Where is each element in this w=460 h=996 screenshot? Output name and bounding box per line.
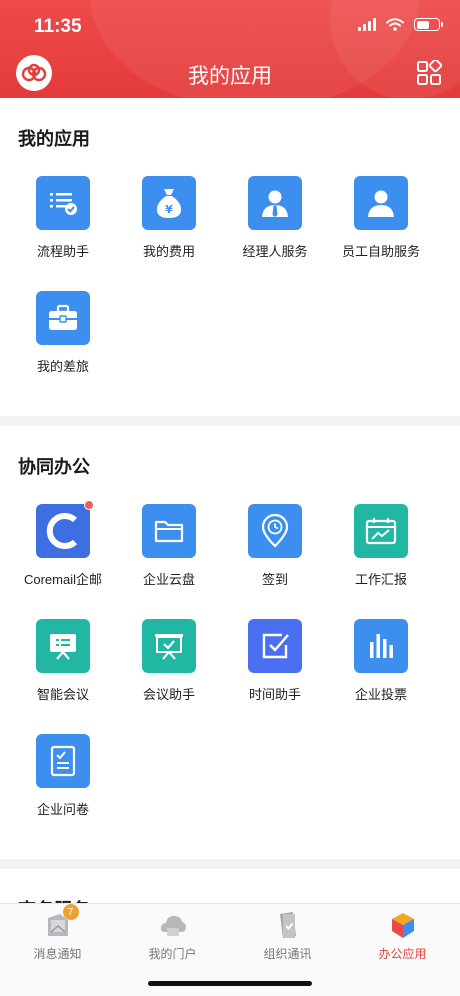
app-label: 我的差旅: [36, 359, 89, 374]
time-check-icon: [248, 619, 302, 673]
page-title: 我的应用: [188, 65, 272, 88]
app-list[interactable]: 我的应用 流程助手 ¥ 我的费用 经理人服务 员工自助服务 我的差旅 协同办公 …: [0, 98, 460, 903]
app-manager-service[interactable]: 经理人服务: [222, 176, 328, 291]
process-checklist-icon: [36, 176, 90, 230]
app-label: 我的费用: [142, 244, 195, 259]
app-label: 企业云盘: [142, 572, 195, 587]
app-cloud-drive[interactable]: 企业云盘: [116, 504, 222, 619]
app-check-in[interactable]: 签到: [222, 504, 328, 619]
app-my-expenses[interactable]: ¥ 我的费用: [116, 176, 222, 291]
home-indicator[interactable]: [148, 981, 312, 986]
folder-icon: [142, 504, 196, 558]
status-time: 11:35: [34, 16, 82, 37]
tab-label: 我的门户: [148, 947, 197, 961]
tab-portal[interactable]: 我的门户: [115, 910, 230, 962]
section-title: 协同办公: [18, 457, 90, 477]
tab-notifications[interactable]: 7 消息通知: [0, 904, 115, 962]
section-title: 商务服务: [0, 869, 460, 903]
app-label: 智能会议: [36, 687, 89, 702]
tab-label: 消息通知: [33, 947, 82, 961]
portal-cloud-icon: [158, 910, 188, 940]
app-employee-self-service[interactable]: 员工自助服务: [328, 176, 434, 291]
tab-label: 办公应用: [378, 947, 427, 961]
tab-label: 组织通讯: [263, 947, 312, 961]
notification-dot: [84, 500, 94, 510]
wifi-icon: [386, 18, 404, 31]
message-bell-icon: 7: [43, 904, 79, 940]
app-label: 企业问卷: [36, 802, 89, 817]
tab-office-apps[interactable]: 办公应用: [345, 910, 460, 962]
cellular-signal-icon: [358, 18, 376, 31]
app-coremail[interactable]: Coremail企邮: [10, 500, 116, 619]
app-grid: 流程助手 ¥ 我的费用 经理人服务 员工自助服务 我的差旅: [0, 176, 460, 416]
app-work-report[interactable]: 工作汇报: [328, 504, 434, 619]
section-my-apps: 我的应用 流程助手 ¥ 我的费用 经理人服务 员工自助服务 我的差旅: [0, 98, 460, 416]
briefcase-icon: [36, 291, 90, 345]
vote-bars-icon: [354, 619, 408, 673]
app-enterprise-vote[interactable]: 企业投票: [328, 619, 434, 734]
app-label: 会议助手: [142, 687, 195, 702]
status-icons: [358, 18, 443, 31]
presentation-icon: [142, 619, 196, 673]
section-business-services: 商务服务: [0, 869, 460, 903]
app-time-assistant[interactable]: 时间助手: [222, 619, 328, 734]
app-process-assistant[interactable]: 流程助手: [10, 176, 116, 291]
app-label: Coremail企邮: [23, 572, 102, 587]
section-collaboration: 协同办公 Coremail企邮 企业云盘 签到 工作汇报 智能会议 会议助手 时…: [0, 426, 460, 859]
app-grid-icon[interactable]: [416, 60, 442, 86]
questionnaire-icon: [36, 734, 90, 788]
office-cube-icon: [388, 910, 418, 940]
app-label: 企业投票: [354, 687, 407, 702]
app-label: 员工自助服务: [341, 244, 420, 259]
app-label: 工作汇报: [354, 572, 407, 587]
section-title: 我的应用: [18, 129, 90, 149]
manager-person-icon: [248, 176, 302, 230]
coremail-icon: [36, 500, 94, 558]
contacts-book-icon: [273, 910, 303, 940]
battery-icon: [414, 18, 443, 31]
app-label: 流程助手: [36, 244, 89, 259]
svg-text:¥: ¥: [165, 203, 173, 216]
tab-contacts[interactable]: 组织通讯: [230, 910, 345, 962]
employee-person-icon: [354, 176, 408, 230]
app-meeting-assistant[interactable]: 会议助手: [116, 619, 222, 734]
report-chart-icon: [354, 504, 408, 558]
app-label: 签到: [261, 572, 288, 587]
app-smart-meeting[interactable]: 智能会议: [10, 619, 116, 734]
location-clock-icon: [248, 504, 302, 558]
tab-badge: 7: [62, 904, 79, 920]
app-label: 时间助手: [248, 687, 301, 702]
money-bag-icon: ¥: [142, 176, 196, 230]
app-label: 经理人服务: [242, 244, 308, 259]
meeting-board-icon: [36, 619, 90, 673]
app-questionnaire[interactable]: 企业问卷: [10, 734, 116, 849]
app-my-travel[interactable]: 我的差旅: [10, 291, 116, 406]
app-grid: Coremail企邮 企业云盘 签到 工作汇报 智能会议 会议助手 时间助手 企…: [0, 500, 460, 859]
app-header: 11:35 我的应用: [0, 0, 460, 98]
